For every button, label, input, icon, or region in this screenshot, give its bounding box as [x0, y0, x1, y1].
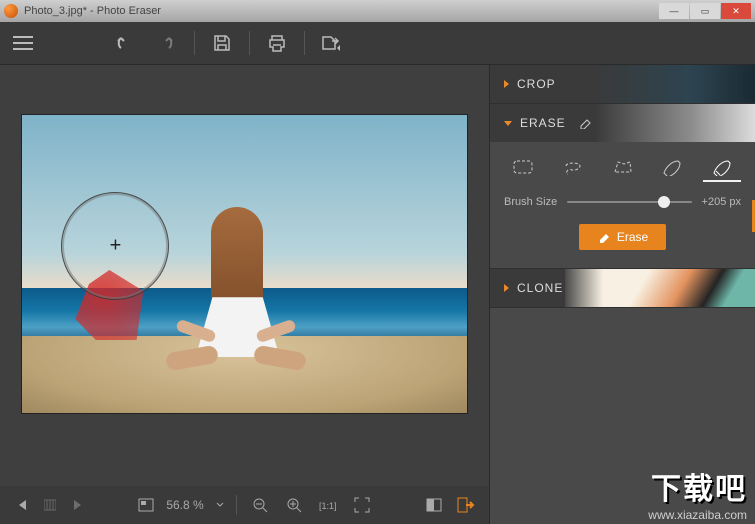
redo-icon — [157, 35, 177, 51]
brush-size-value: +205 px — [702, 196, 741, 208]
export-result-button[interactable] — [455, 494, 477, 516]
one-to-one-icon: [1:1] — [319, 498, 337, 512]
tool-eraser-brush[interactable] — [703, 154, 741, 182]
triangle-right-icon — [70, 498, 84, 512]
toolbar-divider — [304, 31, 305, 55]
zoom-out-button[interactable] — [249, 494, 271, 516]
window-maximize-button[interactable]: ▭ — [690, 3, 720, 19]
panel-clone-header[interactable]: CLONE — [490, 269, 755, 307]
chevron-down-icon — [504, 121, 512, 126]
panel-erase-thumb — [595, 104, 755, 142]
panel-crop-thumb — [595, 65, 755, 103]
fit-screen-icon — [138, 498, 154, 512]
print-icon — [267, 34, 287, 52]
eraser-icon — [597, 231, 611, 243]
prev-image-button[interactable] — [12, 494, 34, 516]
panel-clone-thumb — [565, 269, 755, 307]
panel-crop-header[interactable]: CROP — [490, 65, 755, 103]
eraser-brush-icon — [711, 158, 733, 176]
polygon-dashed-icon — [612, 158, 634, 176]
chevron-right-icon — [504, 80, 509, 88]
fullscreen-button[interactable] — [351, 494, 373, 516]
tool-lasso-select[interactable] — [554, 154, 592, 182]
zoom-out-icon — [252, 497, 268, 513]
rectangle-dashed-icon — [512, 159, 534, 175]
tool-rectangle-select[interactable] — [504, 154, 542, 182]
status-bar: 56.8 % [1:1] — [0, 486, 489, 524]
panel-erase-body: Brush Size +205 px Erase — [490, 142, 755, 268]
tool-brush-select[interactable] — [653, 154, 691, 182]
compare-button[interactable] — [423, 494, 445, 516]
erase-button-label: Erase — [617, 230, 648, 244]
export-arrow-icon — [457, 497, 475, 513]
brush-size-slider[interactable] — [567, 201, 691, 203]
window-close-button[interactable]: ✕ — [721, 3, 751, 19]
svg-text:[1:1]: [1:1] — [319, 501, 337, 511]
window-minimize-button[interactable]: — — [659, 3, 689, 19]
eraser-icon — [578, 117, 592, 129]
erase-button[interactable]: Erase — [579, 224, 666, 250]
chevron-down-icon[interactable] — [216, 502, 224, 508]
menu-button[interactable] — [10, 30, 36, 56]
panel-erase-header[interactable]: ERASE — [490, 104, 755, 142]
zoom-in-icon — [286, 497, 302, 513]
triangle-left-icon — [16, 498, 30, 512]
window-title: Photo_3.jpg* - Photo Eraser — [24, 5, 161, 17]
canvas-viewport[interactable] — [0, 65, 489, 486]
undo-button[interactable] — [114, 30, 140, 56]
fullscreen-icon — [354, 497, 370, 513]
save-button[interactable] — [209, 30, 235, 56]
actual-size-button[interactable]: [1:1] — [317, 494, 339, 516]
export-button[interactable] — [319, 30, 345, 56]
brush-icon — [661, 158, 683, 176]
undo-icon — [117, 35, 137, 51]
save-icon — [213, 34, 231, 52]
filmstrip-icon — [44, 498, 56, 512]
hamburger-icon — [12, 35, 34, 51]
main-toolbar — [0, 22, 755, 65]
zoom-in-button[interactable] — [283, 494, 305, 516]
panel-erase-label: ERASE — [520, 116, 566, 130]
lasso-icon — [562, 158, 584, 176]
print-button[interactable] — [264, 30, 290, 56]
titlebar: Photo_3.jpg* - Photo Eraser — ▭ ✕ — [0, 0, 755, 22]
tool-polygon-select[interactable] — [604, 154, 642, 182]
toolbar-divider — [249, 31, 250, 55]
brush-size-label: Brush Size — [504, 196, 557, 208]
panel-clone-label: CLONE — [517, 281, 563, 295]
app-icon — [4, 4, 18, 18]
photo[interactable] — [22, 115, 467, 413]
export-icon — [321, 35, 343, 51]
photo-subject — [166, 197, 306, 377]
next-image-button[interactable] — [66, 494, 88, 516]
toolbar-divider — [194, 31, 195, 55]
right-panel: CROP ERASE — [489, 65, 755, 524]
slider-thumb[interactable] — [658, 196, 670, 208]
redo-button[interactable] — [154, 30, 180, 56]
chevron-right-icon — [504, 284, 509, 292]
canvas-area[interactable]: 56.8 % [1:1] — [0, 65, 489, 524]
zoom-value: 56.8 % — [166, 498, 203, 512]
compare-icon — [426, 498, 442, 512]
panel-crop-label: CROP — [517, 77, 556, 91]
